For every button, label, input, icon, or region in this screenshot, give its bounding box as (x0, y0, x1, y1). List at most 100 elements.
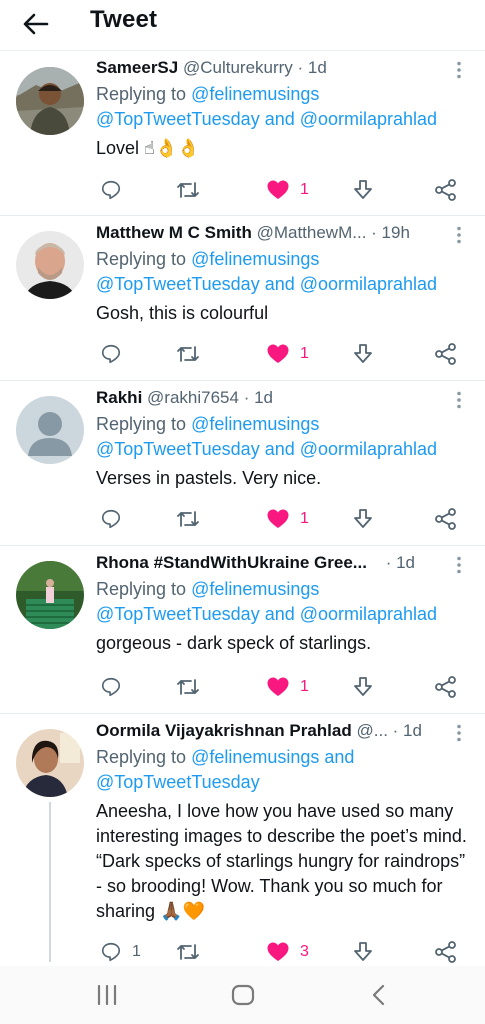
tweet-actions: 1 3 (96, 938, 469, 966)
mention-link[interactable]: @TopTweetTuesday and @oormilaprahlad (96, 439, 437, 459)
tweet-item[interactable]: Rakhi @rakhi7654 · 1d Replying to @felin… (0, 381, 485, 546)
retweet-icon (176, 941, 200, 963)
author-handle: @... (356, 721, 388, 740)
heart-filled-icon (266, 941, 290, 963)
like-button[interactable]: 1 (266, 505, 309, 533)
mention-link[interactable]: @TopTweetTuesday and @oormilaprahlad (96, 274, 437, 294)
share-icon (434, 676, 458, 698)
reply-icon (100, 676, 122, 698)
bookmark-download-icon (352, 179, 374, 201)
reply-icon (100, 941, 122, 963)
tweet-header: SameerSJ @Culturekurry · 1d (96, 57, 469, 79)
more-vertical-icon[interactable] (449, 61, 469, 81)
back-nav-icon[interactable] (364, 982, 394, 1008)
tweet-item[interactable]: Oormila Vijayakrishnan Prahlad @... · 1d… (0, 714, 485, 966)
share-button[interactable] (434, 938, 458, 966)
mention-link[interactable]: @TopTweetTuesday (96, 772, 260, 792)
share-button[interactable] (434, 340, 458, 368)
tweet-text: Aneesha, I love how you have used so man… (96, 801, 467, 921)
reply-button[interactable] (100, 505, 132, 533)
tweet-header: Matthew M C Smith @MatthewM... · 19h (96, 222, 469, 244)
reply-button[interactable] (100, 673, 132, 701)
tweet-actions: 1 (96, 176, 469, 204)
retweet-button[interactable] (176, 673, 210, 701)
mention-link[interactable]: @felinemusings (191, 84, 319, 104)
share-button[interactable] (434, 673, 458, 701)
bookmark-download-icon (352, 343, 374, 365)
reply-button[interactable] (100, 340, 132, 368)
tweet-actions: 1 (96, 505, 469, 533)
system-navigation-bar (0, 966, 485, 1024)
bookmark-button[interactable] (352, 340, 374, 368)
mention-link[interactable]: @TopTweetTuesday and @oormilaprahlad (96, 604, 437, 624)
tweet-header: Rhona #StandWithUkraine Gree... · 1d (96, 552, 469, 574)
tweet-time: · 1d (385, 553, 415, 572)
bookmark-download-icon (352, 508, 374, 530)
more-vertical-icon[interactable] (449, 724, 469, 744)
share-button[interactable] (434, 505, 458, 533)
like-button[interactable]: 1 (266, 673, 309, 701)
recent-apps-icon[interactable] (92, 982, 122, 1008)
author-name[interactable]: Rhona #StandWithUkraine Gree... (96, 553, 367, 572)
reply-count: 1 (132, 943, 141, 960)
retweet-button[interactable] (176, 176, 210, 204)
mention-link[interactable]: @felinemusings (191, 414, 319, 434)
replying-to-label: Replying to (96, 579, 187, 599)
avatar[interactable] (16, 729, 84, 797)
mention-link[interactable]: @felinemusings (191, 579, 319, 599)
back-arrow-icon[interactable] (20, 8, 52, 40)
reply-icon (100, 508, 122, 530)
author-name[interactable]: Rakhi (96, 388, 142, 407)
like-button[interactable]: 3 (266, 938, 309, 966)
reply-icon (100, 343, 122, 365)
author-name[interactable]: Matthew M C Smith (96, 223, 252, 242)
author-name[interactable]: Oormila Vijayakrishnan Prahlad (96, 721, 352, 740)
replying-to-label: Replying to (96, 84, 187, 104)
tweet-item[interactable]: Matthew M C Smith @MatthewM... · 19h Rep… (0, 216, 485, 381)
bookmark-button[interactable] (352, 673, 374, 701)
reply-icon (100, 179, 122, 201)
reply-button[interactable]: 1 (100, 938, 141, 966)
retweet-button[interactable] (176, 938, 210, 966)
retweet-icon (176, 179, 200, 201)
mention-link[interactable]: @felinemusings (191, 249, 319, 269)
tweet-time: · 1d (243, 388, 273, 407)
more-vertical-icon[interactable] (449, 556, 469, 576)
retweet-button[interactable] (176, 340, 210, 368)
like-button[interactable]: 1 (266, 176, 309, 204)
tweet-item[interactable]: SameerSJ @Culturekurry · 1d Replying to … (0, 51, 485, 216)
mention-link[interactable]: @TopTweetTuesday and @oormilaprahlad (96, 109, 437, 129)
heart-filled-icon (266, 343, 290, 365)
home-icon[interactable] (228, 982, 258, 1008)
tweet-item[interactable]: Rhona #StandWithUkraine Gree... · 1d Rep… (0, 546, 485, 714)
bookmark-download-icon (352, 941, 374, 963)
share-icon (434, 941, 458, 963)
tweet-text: Gosh, this is colourful (96, 303, 269, 323)
replying-to: Replying to @felinemusings @TopTweetTues… (96, 247, 469, 297)
like-count: 1 (300, 181, 309, 198)
bookmark-button[interactable] (352, 505, 374, 533)
mention-link[interactable]: @felinemusings and (191, 747, 354, 767)
more-vertical-icon[interactable] (449, 226, 469, 246)
retweet-icon (176, 676, 200, 698)
avatar[interactable] (16, 561, 84, 629)
share-button[interactable] (434, 176, 458, 204)
bookmark-button[interactable] (352, 938, 374, 966)
like-button[interactable]: 1 (266, 340, 309, 368)
tweet-actions: 1 (96, 340, 469, 368)
replying-to-label: Replying to (96, 414, 187, 434)
author-name[interactable]: SameerSJ (96, 58, 178, 77)
replying-to: Replying to @felinemusings and @TopTweet… (96, 745, 469, 795)
author-handle: @MatthewM... (256, 223, 367, 242)
retweet-button[interactable] (176, 505, 210, 533)
tweet-header: Rakhi @rakhi7654 · 1d (96, 387, 469, 409)
author-handle: @Culturekurry (182, 58, 293, 77)
avatar[interactable] (16, 396, 84, 464)
tweet-time: · 1d (392, 721, 422, 740)
avatar[interactable] (16, 231, 84, 299)
thread-connector (49, 802, 51, 962)
avatar[interactable] (16, 67, 84, 135)
reply-button[interactable] (100, 176, 132, 204)
more-vertical-icon[interactable] (449, 391, 469, 411)
bookmark-button[interactable] (352, 176, 374, 204)
